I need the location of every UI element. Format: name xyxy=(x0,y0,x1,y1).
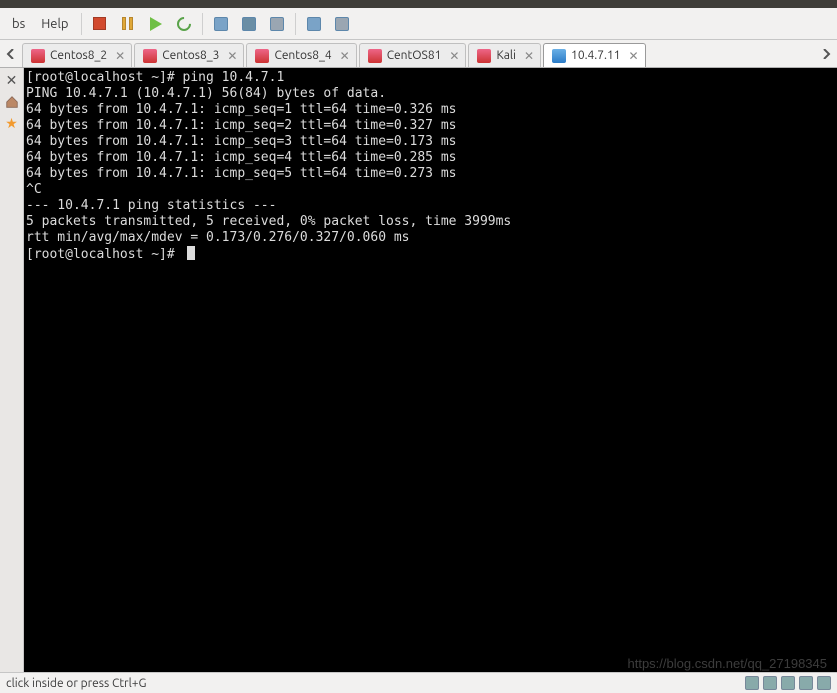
toolbar-separator xyxy=(295,13,296,35)
tab-centos8_2[interactable]: Centos8_2 ✕ xyxy=(22,43,132,67)
tool-button-5[interactable] xyxy=(330,12,354,36)
window-titlebar xyxy=(0,0,837,8)
vm-icon xyxy=(31,49,45,63)
terminal-line: 5 packets transmitted, 5 received, 0% pa… xyxy=(26,214,835,230)
terminal-output[interactable]: [root@localhost ~]# ping 10.4.7.1PING 10… xyxy=(24,68,837,672)
pause-button[interactable] xyxy=(116,12,140,36)
menu-tabs[interactable]: bs xyxy=(4,13,33,35)
tray-icon[interactable] xyxy=(817,676,831,690)
tool-button-1[interactable] xyxy=(209,12,233,36)
tab-label: 10.4.7.11 xyxy=(571,49,620,62)
terminal-line: 64 bytes from 10.4.7.1: icmp_seq=4 ttl=6… xyxy=(26,150,835,166)
terminal-line: PING 10.4.7.1 (10.4.7.1) 56(84) bytes of… xyxy=(26,86,835,102)
generic-icon xyxy=(307,17,321,31)
tab-label: CentOS81 xyxy=(387,49,442,62)
tab-label: Centos8_4 xyxy=(274,49,331,62)
toolbar-separator xyxy=(202,13,203,35)
terminal-line: 64 bytes from 10.4.7.1: icmp_seq=1 ttl=6… xyxy=(26,102,835,118)
terminal-line: rtt min/avg/max/mdev = 0.173/0.276/0.327… xyxy=(26,230,835,246)
generic-icon xyxy=(270,17,284,31)
tab-scroll-right[interactable] xyxy=(815,40,837,67)
chevron-left-icon xyxy=(6,49,16,59)
tab-close-icon[interactable]: ✕ xyxy=(227,49,237,63)
tab-scroll-left[interactable] xyxy=(0,40,22,67)
status-hint: click inside or press Ctrl+G xyxy=(6,677,146,690)
tool-button-4[interactable] xyxy=(302,12,326,36)
play-icon xyxy=(150,17,162,31)
tab-centos8_3[interactable]: Centos8_3 ✕ xyxy=(134,43,244,67)
tab-centos81[interactable]: CentOS81 ✕ xyxy=(359,43,467,67)
tab-centos8_4[interactable]: Centos8_4 ✕ xyxy=(246,43,356,67)
pause-icon xyxy=(121,17,134,30)
watermark-text: https://blog.csdn.net/qq_27198345 xyxy=(628,656,828,671)
status-tray xyxy=(745,676,831,690)
tab-label: Centos8_3 xyxy=(162,49,219,62)
tabstrip: Centos8_2✕Centos8_3✕Centos8_4✕CentOS81✕K… xyxy=(0,40,837,68)
vm-icon xyxy=(368,49,382,63)
menu-help[interactable]: Help xyxy=(33,13,76,35)
tray-icon[interactable] xyxy=(745,676,759,690)
star-icon[interactable]: ★ xyxy=(5,115,18,132)
tray-icon[interactable] xyxy=(763,676,777,690)
toolbar-separator xyxy=(81,13,82,35)
tab-close-icon[interactable]: ✕ xyxy=(524,49,534,63)
menubar: bs Help xyxy=(0,8,837,40)
tab-close-icon[interactable]: ✕ xyxy=(115,49,125,63)
tray-icon[interactable] xyxy=(781,676,795,690)
side-launcher: ✕ ★ xyxy=(0,68,24,672)
stop-button[interactable] xyxy=(88,12,112,36)
terminal-line: 64 bytes from 10.4.7.1: icmp_seq=5 ttl=6… xyxy=(26,166,835,182)
tool-button-2[interactable] xyxy=(237,12,261,36)
vm-icon xyxy=(477,49,491,63)
terminal-line: [root@localhost ~]# xyxy=(26,246,835,263)
tab-label: Centos8_2 xyxy=(50,49,107,62)
tab-close-icon[interactable]: ✕ xyxy=(629,49,639,63)
generic-icon xyxy=(214,17,228,31)
tray-icon[interactable] xyxy=(799,676,813,690)
play-button[interactable] xyxy=(144,12,168,36)
statusbar: click inside or press Ctrl+G xyxy=(0,672,837,693)
cycle-icon xyxy=(174,14,194,34)
terminal-line: ^C xyxy=(26,182,835,198)
stop-icon xyxy=(93,17,106,30)
terminal-line: [root@localhost ~]# ping 10.4.7.1 xyxy=(26,70,835,86)
side-close-icon[interactable]: ✕ xyxy=(6,72,18,89)
generic-icon xyxy=(335,17,349,31)
vm-icon xyxy=(143,49,157,63)
vm-icon xyxy=(255,49,269,63)
vm-icon xyxy=(552,49,566,63)
terminal-line: --- 10.4.7.1 ping statistics --- xyxy=(26,198,835,214)
terminal-cursor xyxy=(187,246,195,260)
tab-10-4-7-11[interactable]: 10.4.7.11 ✕ xyxy=(543,43,646,67)
cycle-button[interactable] xyxy=(172,12,196,36)
tab-label: Kali xyxy=(496,49,516,62)
tab-close-icon[interactable]: ✕ xyxy=(449,49,459,63)
tab-close-icon[interactable]: ✕ xyxy=(340,49,350,63)
terminal-line: 64 bytes from 10.4.7.1: icmp_seq=2 ttl=6… xyxy=(26,118,835,134)
generic-icon xyxy=(242,17,256,31)
chevron-right-icon xyxy=(821,49,831,59)
home-icon[interactable] xyxy=(5,95,19,109)
tool-button-3[interactable] xyxy=(265,12,289,36)
terminal-line: 64 bytes from 10.4.7.1: icmp_seq=3 ttl=6… xyxy=(26,134,835,150)
tab-kali[interactable]: Kali ✕ xyxy=(468,43,541,67)
